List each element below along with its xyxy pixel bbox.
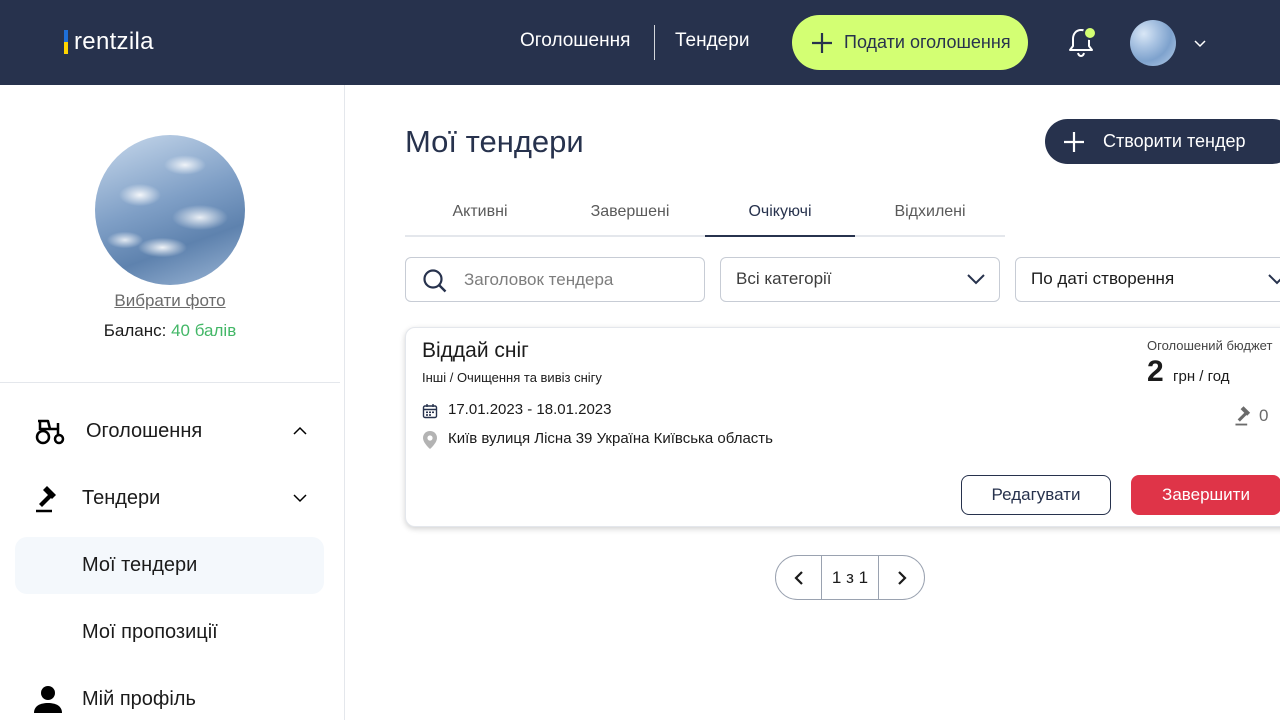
tender-card[interactable]: Віддай сніг Інші / Очищення та вивіз сні… <box>405 327 1280 527</box>
choose-photo-link[interactable]: Вибрати фото <box>0 291 340 311</box>
profile-photo <box>95 135 245 285</box>
gavel-icon <box>1235 406 1251 426</box>
balance: Баланс: 40 балів <box>0 321 340 341</box>
search-box <box>405 257 705 302</box>
plus-icon <box>1064 131 1084 152</box>
category-select-value: Всі категорії <box>736 269 832 288</box>
location-pin-icon <box>423 431 437 449</box>
post-ad-label: Подати оголошення <box>844 32 1011 52</box>
chevron-right-icon <box>897 570 907 585</box>
prev-page-button[interactable] <box>776 556 821 599</box>
tab-completed[interactable]: Завершені <box>555 190 705 235</box>
tab-active[interactable]: Активні <box>405 190 555 235</box>
logo[interactable]: rentzila <box>64 28 154 56</box>
gavel-icon <box>36 486 56 513</box>
balance-value: 40 балів <box>171 321 237 340</box>
bids-count: 0 <box>1259 406 1269 425</box>
post-ad-button[interactable]: Подати оголошення <box>792 15 1028 70</box>
budget-label: Оголошений бюджет <box>1147 338 1273 353</box>
sidebar-item-label: Мій профіль <box>82 687 196 710</box>
bell-icon[interactable] <box>1066 26 1096 58</box>
plus-icon <box>812 32 832 53</box>
nav-link-ads[interactable]: Оголошення <box>520 30 630 52</box>
category-select[interactable]: Всі категорії <box>720 257 1000 302</box>
finish-button[interactable]: Завершити <box>1131 475 1280 515</box>
chevron-down-icon <box>293 494 307 503</box>
sidebar-item-ads[interactable]: Оголошення <box>0 403 340 459</box>
tender-category: Інші / Очищення та вивіз снігу <box>422 370 602 385</box>
chevron-up-icon <box>293 426 307 435</box>
balance-label: Баланс: <box>103 321 167 340</box>
search-icon <box>423 269 447 293</box>
page-indicator: 1 з 1 <box>821 556 879 599</box>
sidebar-item-profile[interactable]: Мій профіль <box>0 671 340 727</box>
budget-unit: грн / год <box>1173 368 1230 385</box>
page-title: Мої тендери <box>405 124 584 159</box>
sidebar-subitem-my-proposals[interactable]: Мої пропозиції <box>82 621 218 644</box>
sidebar-item-label: Тендери <box>82 486 161 509</box>
calendar-icon <box>422 404 438 419</box>
sidebar-divider <box>0 382 340 383</box>
sidebar-subitem-my-tenders-label[interactable]: Мої тендери <box>82 554 197 577</box>
tender-tabs: Активні Завершені Очікуючі Відхилені <box>405 190 1005 237</box>
chevron-down-icon <box>967 274 985 285</box>
logo-flag-icon <box>64 30 68 54</box>
budget-amount: 2 <box>1147 355 1164 388</box>
tab-pending[interactable]: Очікуючі <box>705 190 855 237</box>
chevron-down-icon[interactable] <box>1193 38 1207 48</box>
pagination: 1 з 1 <box>775 555 925 600</box>
sidebar-item-tenders[interactable]: Тендери <box>0 470 340 526</box>
top-header: rentzila Оголошення Тендери Подати оголо… <box>0 0 1280 85</box>
chevron-left-icon <box>793 570 803 585</box>
sort-select[interactable]: По даті створення <box>1015 257 1280 302</box>
user-icon <box>34 686 62 713</box>
sidebar-item-label: Оголошення <box>86 419 203 442</box>
nav-divider <box>654 25 655 60</box>
tractor-icon <box>35 419 65 445</box>
sort-select-value: По даті створення <box>1031 269 1175 288</box>
sidebar: Вибрати фото Баланс: 40 балів Оголошення… <box>0 85 345 720</box>
edit-button[interactable]: Редагувати <box>961 475 1111 515</box>
chevron-down-icon <box>1268 274 1280 285</box>
logo-text: rentzila <box>74 28 154 55</box>
header-avatar[interactable] <box>1130 20 1176 66</box>
nav-link-tenders[interactable]: Тендери <box>675 30 749 52</box>
tender-location: Київ вулиця Лісна 39 Україна Київська об… <box>448 430 773 447</box>
tender-dates: 17.01.2023 - 18.01.2023 <box>448 401 612 418</box>
tender-title[interactable]: Віддай сніг <box>422 339 529 363</box>
tab-rejected[interactable]: Відхилені <box>855 190 1005 235</box>
create-tender-button[interactable]: Створити тендер <box>1045 119 1280 164</box>
search-input[interactable] <box>464 268 694 292</box>
create-tender-label: Створити тендер <box>1103 131 1246 151</box>
next-page-button[interactable] <box>879 556 924 599</box>
